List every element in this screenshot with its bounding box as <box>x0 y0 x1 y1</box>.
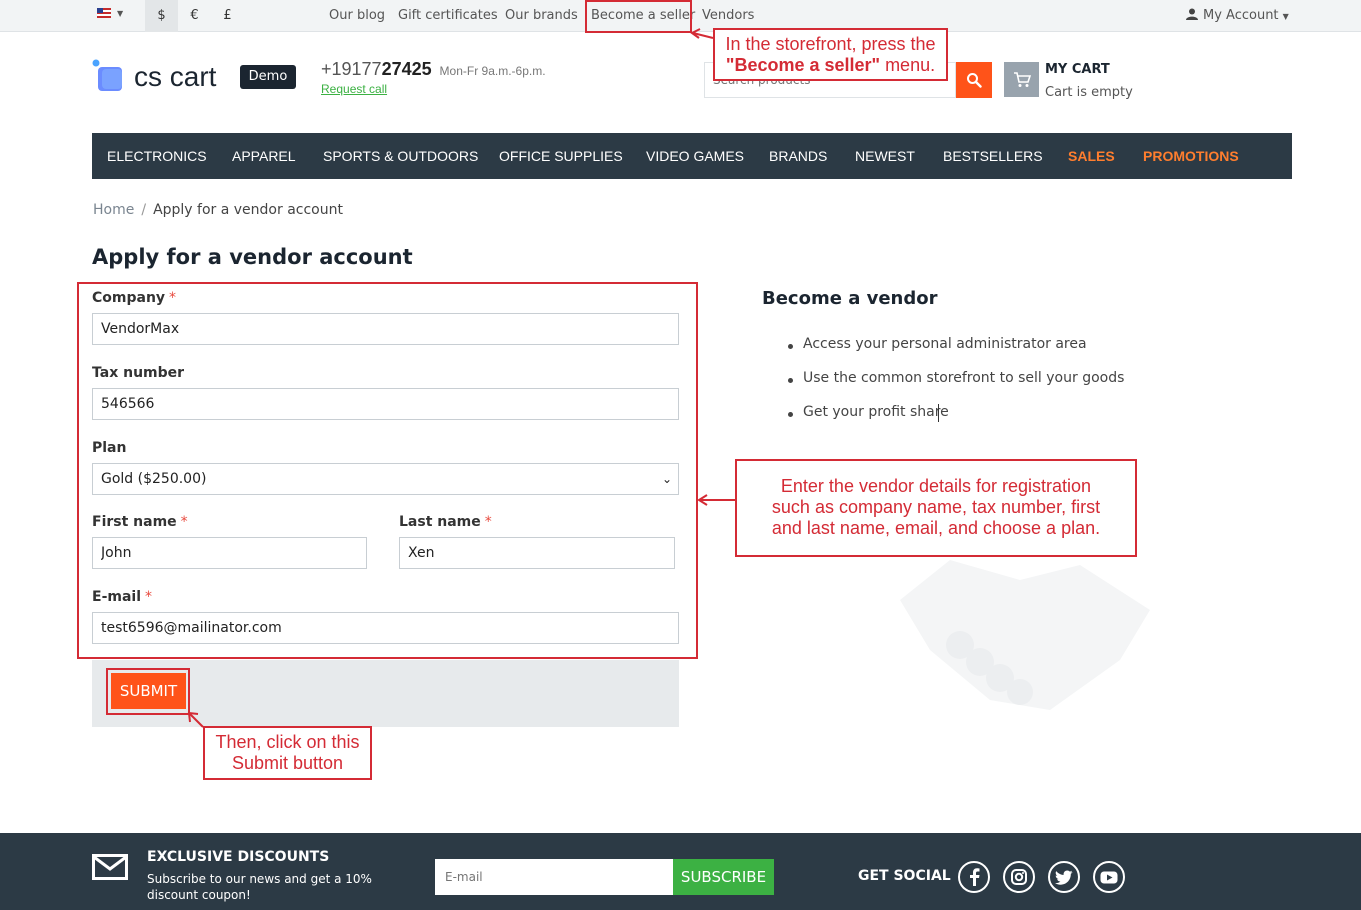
nav-office-supplies[interactable]: OFFICE SUPPLIES <box>499 133 623 179</box>
language-caret-icon[interactable]: ▼ <box>117 9 123 18</box>
benefit-item: Access your personal administrator area <box>788 336 1087 352</box>
business-hours: Mon-Fr 9a.m.-6p.m. <box>439 64 546 78</box>
benefit-item: Get your profit share <box>788 404 949 420</box>
nav-newest[interactable]: NEWEST <box>855 133 915 179</box>
callout-rest: menu. <box>880 55 936 75</box>
phone-number: +1917727425 Mon-Fr 9a.m.-6p.m. <box>321 59 546 80</box>
exclusive-discounts-title: EXCLUSIVE DISCOUNTS <box>147 849 330 865</box>
exclusive-discounts-subtitle: Subscribe to our news and get a 10% disc… <box>147 872 372 902</box>
demo-badge: Demo <box>240 65 296 89</box>
link-gift-certificates[interactable]: Gift certificates <box>398 0 498 32</box>
nav-video-games[interactable]: VIDEO GAMES <box>646 133 744 179</box>
shopping-cart-icon <box>1013 71 1031 87</box>
nav-sports-outdoors[interactable]: SPORTS & OUTDOORS <box>323 133 478 179</box>
callout-submit: Then, click on this Submit button <box>203 726 372 780</box>
breadcrumb-home[interactable]: Home <box>93 202 134 218</box>
become-vendor-title: Become a vendor <box>762 288 938 309</box>
my-account-menu[interactable]: My Account ▼ <box>1186 0 1289 32</box>
cart-title[interactable]: MY CART <box>1045 62 1110 77</box>
link-our-brands[interactable]: Our brands <box>505 0 578 32</box>
twitter-link[interactable] <box>1048 861 1080 893</box>
search-button[interactable] <box>956 62 992 98</box>
benefit-text: Get your profit share <box>803 404 949 420</box>
youtube-link[interactable] <box>1093 861 1125 893</box>
account-caret-icon: ▼ <box>1282 12 1289 21</box>
facebook-link[interactable] <box>958 861 990 893</box>
get-social-title: GET SOCIAL <box>858 868 951 884</box>
callout-become-seller: In the storefront, press the "Become a s… <box>713 28 948 81</box>
twitter-icon <box>1055 870 1073 885</box>
breadcrumb: Home / Apply for a vendor account <box>93 202 343 218</box>
currency-usd[interactable]: $ <box>145 0 178 32</box>
newsletter-email-input[interactable] <box>435 859 673 895</box>
cart-button[interactable] <box>1004 62 1039 97</box>
callout-line: such as company name, tax number, first <box>771 497 1101 517</box>
cart-status: Cart is empty <box>1045 85 1133 100</box>
text-cursor <box>938 404 939 422</box>
instagram-link[interactable] <box>1003 861 1035 893</box>
breadcrumb-current: Apply for a vendor account <box>153 202 343 218</box>
currency-gbp[interactable]: £ <box>211 0 244 32</box>
submit-highlight <box>106 668 190 715</box>
form-highlight <box>77 282 698 659</box>
nav-bestsellers[interactable]: BESTSELLERS <box>943 133 1043 179</box>
main-navigation: ELECTRONICS APPAREL SPORTS & OUTDOORS OF… <box>92 133 1292 179</box>
youtube-icon <box>1100 871 1118 883</box>
nav-apparel[interactable]: APPAREL <box>232 133 296 179</box>
callout-vendor-details: Enter the vendor details for registratio… <box>735 459 1137 557</box>
breadcrumb-separator: / <box>141 202 147 218</box>
callout-line: In the storefront, press the <box>725 34 936 54</box>
callout-line: Then, click on this <box>215 732 360 752</box>
phone-main: 27425 <box>381 59 432 79</box>
link-our-blog[interactable]: Our blog <box>329 0 385 32</box>
nav-sales[interactable]: SALES <box>1068 133 1115 179</box>
logo-text: cs cart <box>134 61 217 92</box>
my-account-label: My Account <box>1203 8 1279 23</box>
subscribe-button[interactable]: SUBSCRIBE <box>673 859 774 895</box>
become-seller-highlight <box>585 0 692 33</box>
us-flag-icon[interactable] <box>97 8 111 18</box>
callout-bold: "Become a seller" <box>725 55 881 75</box>
instagram-icon <box>1011 869 1027 885</box>
logo-mark-icon <box>92 59 122 91</box>
benefit-text: Access your personal administrator area <box>803 336 1087 352</box>
nav-electronics[interactable]: ELECTRONICS <box>107 133 207 179</box>
callout-line: Enter the vendor details for registratio… <box>780 476 1092 496</box>
person-icon <box>1186 8 1198 20</box>
nav-brands[interactable]: BRANDS <box>769 133 827 179</box>
phone-prefix: +19177 <box>321 59 382 79</box>
benefit-item: Use the common storefront to sell your g… <box>788 370 1124 386</box>
currency-eur[interactable]: € <box>178 0 211 32</box>
callout-line: "Become a seller" menu. <box>715 55 946 76</box>
callout-line: and last name, email, and choose a plan. <box>771 518 1101 538</box>
facebook-icon <box>970 868 980 886</box>
request-call-link[interactable]: Request call <box>321 82 387 96</box>
callout-line: Submit button <box>231 753 344 773</box>
page-title: Apply for a vendor account <box>92 245 413 269</box>
handshake-watermark-icon <box>900 560 1150 710</box>
benefit-text: Use the common storefront to sell your g… <box>803 370 1125 386</box>
search-icon <box>967 73 982 88</box>
arrow-to-form <box>697 494 735 506</box>
nav-promotions[interactable]: PROMOTIONS <box>1143 133 1239 179</box>
envelope-icon <box>92 854 128 880</box>
